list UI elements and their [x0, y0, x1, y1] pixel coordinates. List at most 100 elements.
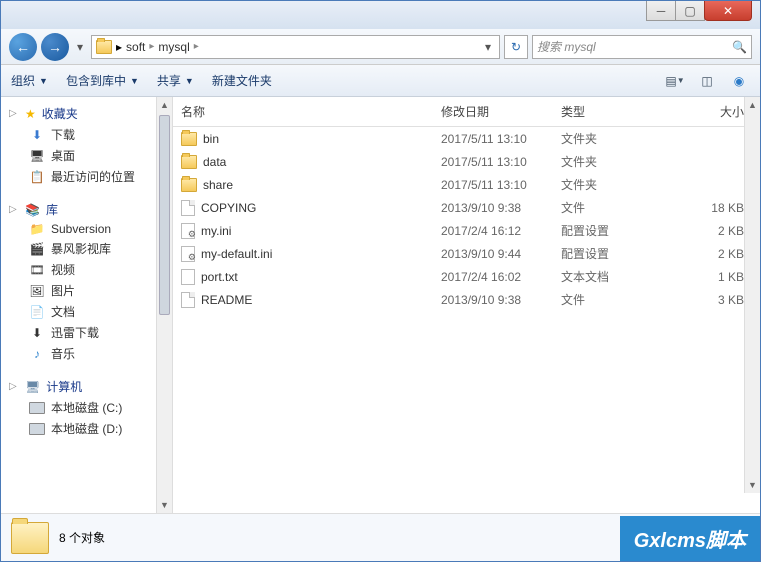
file-size: 2 KB — [671, 247, 752, 261]
content-area: ▷★收藏夹 ⬇下载 🖥桌面 📋最近访问的位置 ▷📚库 📁Subversion 🎬… — [1, 97, 760, 513]
scroll-thumb[interactable] — [159, 115, 170, 315]
file-row[interactable]: bin2017/5/11 13:10文件夹 — [173, 127, 760, 150]
favorites-group[interactable]: ▷★收藏夹 — [1, 103, 156, 124]
folder-icon — [11, 522, 49, 554]
file-name: port.txt — [201, 270, 238, 284]
sidebar-item-videos[interactable]: 🎞视频 — [1, 259, 156, 280]
file-size: 18 KB — [671, 201, 752, 215]
file-type: 配置设置 — [561, 245, 671, 262]
preview-pane-button[interactable]: ◫ — [696, 71, 718, 91]
file-row[interactable]: port.txt2017/2/4 16:02文本文档1 KB — [173, 265, 760, 288]
sidebar-item-disk-c[interactable]: 本地磁盘 (C:) — [1, 397, 156, 418]
sidebar-item-desktop[interactable]: 🖥桌面 — [1, 145, 156, 166]
address-dropdown[interactable]: ▾ — [481, 40, 495, 54]
file-name: README — [201, 293, 252, 307]
breadcrumb: soft ▸ mysql ▸ — [126, 40, 199, 54]
sidebar: ▷★收藏夹 ⬇下载 🖥桌面 📋最近访问的位置 ▷📚库 📁Subversion 🎬… — [1, 97, 173, 513]
titlebar: ─ ▢ ✕ — [1, 1, 760, 29]
file-size: 2 KB — [671, 224, 752, 238]
sidebar-item-subversion[interactable]: 📁Subversion — [1, 220, 156, 238]
breadcrumb-item[interactable]: mysql — [158, 40, 189, 54]
chevron-right-icon[interactable]: ▸ — [149, 41, 154, 52]
folder-icon — [96, 40, 112, 54]
col-type[interactable]: 类型 — [561, 103, 671, 120]
file-size: 3 KB — [671, 293, 752, 307]
scroll-up-icon[interactable]: ▲ — [157, 97, 172, 113]
file-date: 2017/2/4 16:12 — [441, 224, 561, 238]
file-date: 2017/5/11 13:10 — [441, 132, 561, 146]
file-type: 文件夹 — [561, 130, 671, 147]
file-name: my-default.ini — [201, 247, 272, 261]
main-scrollbar[interactable]: ▲ ▼ — [744, 97, 760, 493]
folder-icon — [181, 178, 197, 192]
scroll-down-icon[interactable]: ▼ — [157, 497, 172, 513]
text-file-icon — [181, 269, 195, 285]
sidebar-item-disk-d[interactable]: 本地磁盘 (D:) — [1, 418, 156, 439]
search-placeholder: 搜索 mysql — [537, 38, 596, 55]
maximize-button[interactable]: ▢ — [675, 1, 705, 21]
back-button[interactable]: ← — [9, 33, 37, 61]
file-type: 配置设置 — [561, 222, 671, 239]
col-size[interactable]: 大小 — [671, 103, 752, 120]
explorer-window: ─ ▢ ✕ ← → ▾ ▸ soft ▸ mysql ▸ ▾ ↻ 搜索 mysq… — [0, 0, 761, 562]
forward-button[interactable]: → — [41, 33, 69, 61]
folder-icon — [181, 132, 197, 146]
share-menu[interactable]: 共享▼ — [157, 72, 194, 89]
file-date: 2017/5/11 13:10 — [441, 155, 561, 169]
file-row[interactable]: my.ini 2017/2/4 16:12配置设置2 KB — [173, 219, 760, 242]
file-row[interactable]: README2013/9/10 9:38文件3 KB — [173, 288, 760, 311]
watermark: Gxlcms脚本 — [620, 516, 760, 561]
file-row[interactable]: my-default.ini 2013/9/10 9:44配置设置2 KB — [173, 242, 760, 265]
sidebar-item-xunlei[interactable]: ⬇迅雷下载 — [1, 322, 156, 343]
sidebar-item-recent[interactable]: 📋最近访问的位置 — [1, 166, 156, 187]
sidebar-item-pictures[interactable]: 🖼图片 — [1, 280, 156, 301]
file-date: 2013/9/10 9:44 — [441, 247, 561, 261]
file-name: my.ini — [201, 224, 231, 238]
file-row[interactable]: COPYING2013/9/10 9:38文件18 KB — [173, 196, 760, 219]
column-headers: 名称 修改日期 类型 大小 — [173, 97, 760, 127]
file-type: 文件夹 — [561, 176, 671, 193]
status-count: 8 个对象 — [59, 529, 105, 546]
sidebar-scrollbar[interactable]: ▲ ▼ — [156, 97, 172, 513]
breadcrumb-item[interactable]: soft — [126, 40, 145, 54]
scroll-down-icon[interactable]: ▼ — [745, 477, 760, 493]
help-button[interactable]: ◉ — [728, 71, 750, 91]
refresh-button[interactable]: ↻ — [504, 35, 528, 59]
sidebar-item-downloads[interactable]: ⬇下载 — [1, 124, 156, 145]
computer-group[interactable]: ▷🖥计算机 — [1, 376, 156, 397]
view-options-button[interactable]: ▤ ▼ — [664, 71, 686, 91]
nav-history-dropdown[interactable]: ▾ — [73, 33, 87, 61]
address-bar[interactable]: ▸ soft ▸ mysql ▸ ▾ — [91, 35, 500, 59]
file-list-pane: 名称 修改日期 类型 大小 bin2017/5/11 13:10文件夹 data 2… — [173, 97, 760, 513]
sidebar-item-baofeng[interactable]: 🎬暴风影视库 — [1, 238, 156, 259]
organize-menu[interactable]: 组织▼ — [11, 72, 48, 89]
new-folder-button[interactable]: 新建文件夹 — [212, 72, 272, 89]
file-date: 2013/9/10 9:38 — [441, 201, 561, 215]
file-name: share — [203, 178, 233, 192]
config-file-icon — [181, 246, 195, 262]
scroll-up-icon[interactable]: ▲ — [745, 97, 760, 113]
file-icon — [181, 200, 195, 216]
toolbar: 组织▼ 包含到库中▼ 共享▼ 新建文件夹 ▤ ▼ ◫ ◉ — [1, 65, 760, 97]
file-row[interactable]: data2017/5/11 13:10文件夹 — [173, 150, 760, 173]
file-row[interactable]: share2017/5/11 13:10文件夹 — [173, 173, 760, 196]
file-icon — [181, 292, 195, 308]
file-name: data — [203, 155, 226, 169]
navigation-bar: ← → ▾ ▸ soft ▸ mysql ▸ ▾ ↻ 搜索 mysql 🔍 — [1, 29, 760, 65]
search-icon[interactable]: 🔍 — [732, 40, 747, 54]
config-file-icon — [181, 223, 195, 239]
sidebar-item-music[interactable]: ♪音乐 — [1, 343, 156, 364]
chevron-right-icon[interactable]: ▸ — [194, 41, 199, 52]
sidebar-item-documents[interactable]: 📄文档 — [1, 301, 156, 322]
nav-tree: ▷★收藏夹 ⬇下载 🖥桌面 📋最近访问的位置 ▷📚库 📁Subversion 🎬… — [1, 103, 172, 439]
col-date[interactable]: 修改日期 — [441, 103, 561, 120]
file-type: 文件 — [561, 291, 671, 308]
search-input[interactable]: 搜索 mysql 🔍 — [532, 35, 752, 59]
folder-icon — [181, 155, 197, 169]
file-rows: bin2017/5/11 13:10文件夹 data 2017/5/11 13:10… — [173, 127, 760, 513]
libraries-group[interactable]: ▷📚库 — [1, 199, 156, 220]
minimize-button[interactable]: ─ — [646, 1, 676, 21]
close-button[interactable]: ✕ — [704, 1, 752, 21]
col-name[interactable]: 名称 — [181, 103, 441, 120]
include-library-menu[interactable]: 包含到库中▼ — [66, 72, 139, 89]
